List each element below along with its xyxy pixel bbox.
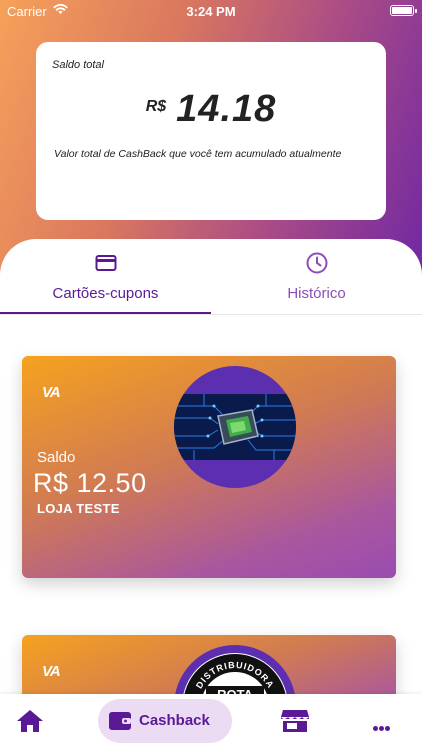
saldo-label: Saldo <box>37 449 76 466</box>
home-icon <box>17 710 43 732</box>
coupon-card[interactable]: VA Saldo R$ 12.50 LOJA TESTE <box>22 356 396 578</box>
nav-cashback-button[interactable]: Cashback <box>98 699 232 743</box>
va-logo: VA <box>42 384 61 401</box>
tab-divider <box>0 314 422 315</box>
store-name: LOJA TESTE <box>37 501 120 516</box>
more-icon <box>373 718 393 731</box>
balance-label: Saldo total <box>52 59 104 71</box>
nav-more-button[interactable] <box>360 694 406 750</box>
tab-label: Histórico <box>287 285 346 302</box>
va-logo: VA <box>42 663 61 680</box>
tab-cartoes-cupons[interactable]: Cartões-cupons <box>0 239 211 315</box>
nav-store-button[interactable] <box>268 694 324 750</box>
balance-amount: 14.18 <box>176 88 277 130</box>
wallet-icon <box>109 712 131 730</box>
battery-icon <box>390 5 417 16</box>
status-time: 3:24 PM <box>186 4 236 19</box>
credit-card-icon <box>95 255 117 271</box>
bottom-navigation: Cashback <box>0 694 422 750</box>
nav-home-button[interactable] <box>0 694 62 750</box>
circuit-chip-image <box>174 366 296 488</box>
balance-amount-row: R$ 14.18 <box>36 88 386 131</box>
nav-cashback-label: Cashback <box>139 712 210 729</box>
tab-historico[interactable]: Histórico <box>211 239 422 315</box>
balance-card: Saldo total R$ 14.18 Valor total de CashB… <box>36 42 386 220</box>
tab-label: Cartões-cupons <box>52 285 159 302</box>
clock-icon <box>306 252 328 274</box>
balance-currency: R$ <box>145 98 167 115</box>
status-bar: Carrier 3:24 PM <box>0 0 422 22</box>
balance-description: Valor total de CashBack que você tem acu… <box>54 148 342 160</box>
saldo-value: R$ 12.50 <box>33 468 147 498</box>
store-icon <box>281 710 309 732</box>
